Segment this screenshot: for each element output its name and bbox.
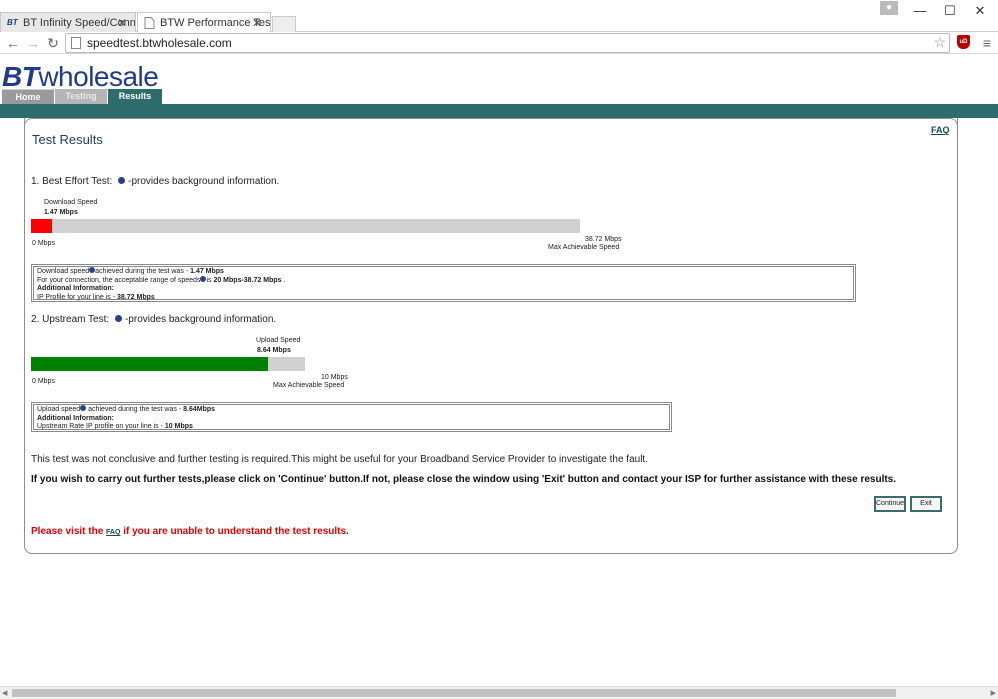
reload-icon[interactable]: ↻ — [44, 34, 62, 52]
info-text: IP Profile for your line is - — [37, 293, 116, 301]
upstream-heading-text: 2. Upstream Test: — [31, 314, 110, 325]
menu-icon[interactable]: ≡ — [978, 34, 996, 52]
upload-info-line-2: Additional Information: — [37, 415, 666, 424]
upload-max-label: 10 Mbps — [321, 374, 348, 381]
best-effort-heading: 1. Best Effort Test: -provides backgroun… — [31, 176, 279, 187]
upload-info-line-1: Upload speed achieved during the test wa… — [37, 405, 666, 415]
exit-button[interactable]: Exit — [910, 496, 942, 512]
bookmark-star-icon[interactable]: ☆ — [933, 34, 946, 51]
profile-icon[interactable]: ● — [880, 1, 898, 15]
instruction-text: If you wish to carry out further tests,p… — [31, 474, 897, 485]
close-tab-icon[interactable]: ✕ — [117, 16, 127, 30]
help-message-prefix: Please visit the — [31, 526, 104, 537]
nav-tab-results[interactable]: Results — [108, 89, 162, 104]
help-icon[interactable] — [80, 405, 87, 412]
download-speed-value: 1.47 Mbps — [44, 209, 78, 216]
horizontal-scrollbar[interactable]: ◀ ▶ — [0, 686, 998, 699]
scroll-left-icon[interactable]: ◀ — [2, 689, 7, 697]
browser-toolbar: ← → ↻ speedtest.btwholesale.com ☆ uD ≡ — [0, 32, 998, 54]
info-text: achieved during the test was - — [95, 268, 189, 275]
bt-favicon-icon: BT — [7, 18, 18, 27]
download-min-label: 0 Mbps — [32, 240, 55, 247]
download-max-label: 38.72 Mbps — [585, 236, 622, 243]
panel-top-border — [24, 118, 958, 138]
url-text[interactable]: speedtest.btwholesale.com — [87, 36, 232, 50]
tab-btw-performance[interactable]: BTW Performance Test ✕ — [137, 12, 271, 32]
download-speed-bar — [31, 219, 580, 233]
page-title: Test Results — [32, 132, 103, 147]
download-info-box: Download speed achieved during the test w… — [31, 264, 856, 302]
upload-speed-value: 8.64 Mbps — [257, 347, 291, 354]
forward-icon[interactable]: → — [24, 34, 42, 52]
upload-info-box: Upload speed achieved during the test wa… — [31, 402, 672, 432]
logo-wholesale: wholesale — [38, 61, 159, 92]
download-max-caption: Max Achievable Speed — [548, 244, 620, 251]
info-text: is — [206, 276, 212, 284]
nav-tab-testing[interactable]: Testing — [55, 89, 107, 104]
upstream-profile-value: 10 Mbps — [164, 423, 193, 430]
bt-wholesale-logo: BTwholesale — [2, 61, 159, 92]
download-speed-bar-fill — [31, 219, 52, 233]
back-icon[interactable]: ← — [4, 34, 22, 52]
info-text: For your connection, the acceptable rang… — [37, 276, 201, 284]
download-info-line-3: Additional Information: — [37, 285, 850, 294]
acceptable-range-value: 20 Mbps-38.72 Mbps — [213, 276, 282, 284]
browser-titlebar: BT BT Infinity Speed/Connect ✕ BTW Perfo… — [0, 0, 998, 32]
help-message-suffix: if you are unable to understand the test… — [123, 526, 349, 537]
header-bar — [0, 104, 998, 118]
additional-info-heading: Additional Information: — [37, 285, 114, 292]
maximize-icon[interactable]: ☐ — [936, 2, 964, 20]
faq-link[interactable]: FAQ — [931, 125, 950, 135]
upload-info-line-3: Upstream Rate IP profile on your line is… — [37, 423, 666, 432]
scrollbar-thumb[interactable] — [12, 689, 896, 697]
upstream-heading-suffix: -provides background information. — [124, 314, 277, 325]
additional-info-heading: Additional Information: — [37, 414, 114, 422]
download-achieved-value: 1.47 Mbps — [190, 268, 224, 275]
page-favicon-icon — [144, 17, 157, 29]
download-info-line-4: IP Profile for your line is - 38.72 Mbps — [37, 294, 850, 303]
page-icon — [71, 37, 81, 49]
continue-button[interactable]: Continue — [874, 496, 906, 512]
best-effort-heading-suffix: -provides background information. — [128, 176, 280, 187]
best-effort-heading-text: 1. Best Effort Test: — [31, 176, 113, 187]
download-speed-label: Download Speed — [44, 199, 98, 206]
upstream-heading: 2. Upstream Test: -provides background i… — [31, 314, 276, 325]
upload-achieved-value: 8.64Mbps — [183, 406, 216, 413]
info-text: Download speed — [37, 268, 90, 275]
new-tab-button[interactable] — [272, 16, 296, 32]
upload-speed-bar — [31, 357, 305, 371]
logo-bt: BT — [2, 61, 39, 92]
info-text: achieved during the test was - — [88, 406, 182, 413]
address-bar[interactable]: speedtest.btwholesale.com ☆ — [65, 33, 950, 53]
download-info-line-1: Download speed achieved during the test w… — [37, 267, 850, 277]
info-text: Upload speed — [37, 406, 81, 413]
upload-speed-label: Upload Speed — [256, 337, 301, 344]
faq-inline-link[interactable]: FAQ — [106, 529, 120, 536]
info-text: Upstream Rate IP profile on your line is… — [37, 423, 163, 430]
upload-min-label: 0 Mbps — [32, 378, 55, 385]
ublock-icon[interactable]: uD — [957, 35, 970, 49]
upload-speed-bar-fill — [31, 357, 268, 371]
scroll-right-icon[interactable]: ▶ — [991, 689, 996, 697]
download-info-line-2: For your connection, the acceptable rang… — [37, 275, 850, 286]
ip-profile-value: 38.72 Mbps — [117, 293, 155, 301]
help-message: Please visit the FAQ if you are unable t… — [31, 526, 349, 537]
minimize-icon[interactable]: — — [906, 2, 934, 20]
info-text: . — [283, 276, 286, 284]
nav-tab-home[interactable]: Home — [2, 89, 54, 104]
close-tab-icon[interactable]: ✕ — [252, 16, 262, 30]
upload-max-caption: Max Achievable Speed — [273, 382, 345, 389]
help-icon[interactable] — [118, 176, 126, 184]
help-icon[interactable] — [114, 314, 122, 322]
tab-bt-infinity[interactable]: BT BT Infinity Speed/Connect ✕ — [0, 12, 136, 32]
close-window-icon[interactable]: ✕ — [966, 2, 994, 20]
conclusion-text: This test was not conclusive and further… — [31, 454, 648, 465]
